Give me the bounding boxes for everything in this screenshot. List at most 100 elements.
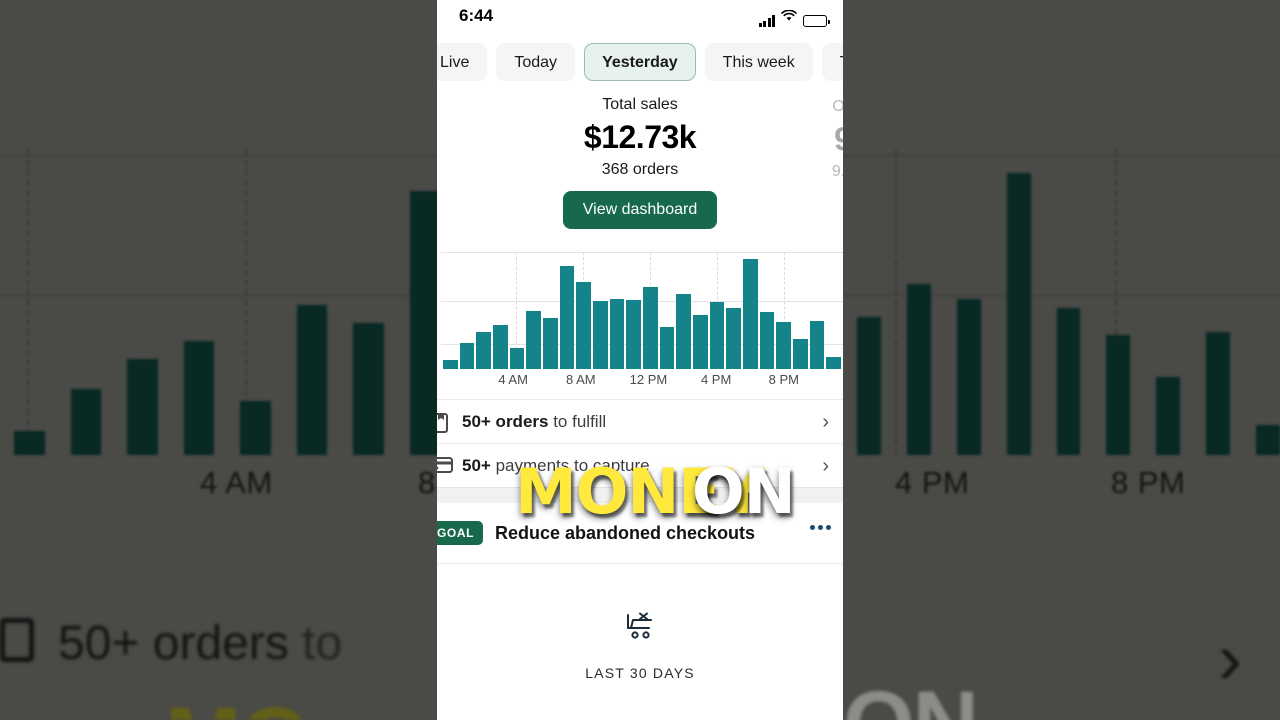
chart-bar: [443, 359, 458, 369]
total-sales-value: $12.73k: [583, 119, 697, 155]
chart-bar: [726, 308, 742, 369]
bg-axis-label-right-2: 8 PM: [1111, 465, 1186, 500]
status-bar-clock: 6:44: [459, 6, 494, 25]
secondary-stat-cutoff: On 9 9.5: [813, 98, 843, 181]
bg-chart-bar: [240, 401, 271, 455]
chart-bars: [441, 252, 843, 369]
bg-chart-bar: [127, 359, 158, 455]
bg-chevron-icon: ›: [1218, 619, 1242, 699]
chart-bar: [776, 322, 792, 369]
battery-icon: [803, 15, 830, 27]
section-divider: [437, 487, 843, 503]
bg-row-bold: 50+ orders: [58, 617, 289, 670]
goal-title: Reduce abandoned checkouts: [495, 522, 756, 543]
bg-chart-bar: [296, 305, 327, 455]
chart-bar: [543, 317, 558, 369]
background-chart-left: 4 AM 8: [0, 150, 440, 515]
task-row[interactable]: 50+ payments to capture ›: [437, 443, 843, 487]
goal-period-label: LAST 30 DAYS: [585, 665, 695, 681]
secondary-stat-label: On: [832, 98, 843, 115]
chart-x-tick-label: 4 AM: [498, 372, 528, 387]
chart-x-tick-label: 8 AM: [565, 372, 596, 387]
chart-bar: [593, 301, 608, 369]
chart-bar: [559, 266, 575, 369]
chart-bar: [493, 324, 508, 369]
status-bar: 6:44: [437, 0, 843, 34]
chart-bar: [759, 311, 775, 369]
bg-order-icon: [0, 618, 34, 662]
chart-x-tick-label: 4 PM: [700, 372, 732, 387]
chart-bar: [626, 299, 642, 369]
chart-bar: [659, 326, 675, 369]
tab-today[interactable]: Today: [496, 43, 576, 81]
bg-chart-bar: [1206, 332, 1231, 455]
bg-axis-label-left-2: 8: [418, 465, 436, 500]
chart-bar: [609, 298, 625, 369]
bg-axis-label-left: 4 AM: [200, 465, 273, 500]
bg-chart-bar: [857, 317, 881, 455]
chevron-right-icon[interactable]: ›: [822, 411, 829, 434]
chart-bar: [793, 338, 808, 369]
tab-this[interactable]: This: [821, 43, 843, 81]
task-list: 50+ orders to fulfill › 50+ payments to ca…: [437, 399, 843, 487]
bg-chart-bar: [353, 323, 384, 455]
hourly-sales-chart[interactable]: 4 AM 8 AM 12 PM 4 PM 8 PM: [437, 244, 843, 399]
chart-bar: [809, 321, 825, 369]
goal-card-header[interactable]: GOAL Reduce abandoned checkouts: [437, 503, 843, 563]
chart-x-tick-label: 8 PM: [768, 372, 799, 387]
chart-x-tick-label: 12 PM: [629, 372, 668, 387]
task-row[interactable]: 50+ orders to fulfill ›: [437, 399, 843, 443]
bg-chart-bar: [409, 191, 440, 455]
order-count: 368 orders: [601, 161, 679, 178]
payment-card-icon: [437, 456, 453, 478]
task-row-count: 50+ orders: [462, 411, 549, 431]
goal-card-body: LAST 30 DAYS: [437, 563, 843, 681]
total-sales-label: Total sales: [602, 96, 678, 113]
bg-caption-fragment-2: ON: [843, 672, 979, 720]
background-chevron-row: › ON: [843, 600, 1280, 720]
tab-this-week[interactable]: This week: [704, 43, 813, 81]
bg-chart-bar: [906, 284, 931, 455]
chart-bar: [576, 282, 592, 369]
background-list-row: 50+ orders to MO: [0, 600, 440, 720]
bg-chart-bar: [1056, 308, 1081, 455]
chart-bar: [676, 294, 692, 369]
more-options-icon[interactable]: [810, 525, 831, 530]
summary-stats: Total sales $12.73k 368 orders View dash…: [437, 90, 843, 240]
bg-chart-bar: [956, 299, 981, 455]
chart-bar: [693, 315, 708, 369]
bg-row-rest: to: [288, 617, 343, 670]
bg-chart-bar: [1106, 335, 1131, 455]
chart-bar: [743, 259, 758, 369]
abandoned-cart-icon: [625, 612, 655, 645]
bg-chart-bar: [70, 389, 101, 455]
chart-bar: [459, 343, 475, 369]
chart-bar: [476, 331, 492, 369]
goal-badge: GOAL: [437, 521, 484, 545]
tab-yesterday[interactable]: Yesterday: [584, 43, 696, 81]
bg-chart-bar: [1006, 173, 1031, 455]
secondary-stat-value: 9: [834, 121, 843, 157]
bg-chart-bar: [183, 341, 214, 455]
chevron-right-icon[interactable]: ›: [822, 455, 829, 478]
bg-chart-bar: [14, 431, 45, 455]
cellular-signal-icon: [758, 15, 775, 27]
background-chart-right: 4 PM 8 PM: [843, 150, 1280, 515]
task-row-label: payments to capture: [490, 455, 650, 475]
task-row-label: to fulfill: [548, 411, 607, 431]
chart-bar: [826, 357, 842, 369]
view-dashboard-button[interactable]: View dashboard: [562, 191, 718, 229]
order-fulfillment-icon: [437, 412, 453, 434]
chart-bar: [509, 347, 525, 369]
bg-chart-bar: [1256, 425, 1280, 455]
phone-screen: 6:44 LiveTodayYesterdayThis week This Tot…: [437, 0, 843, 720]
chart-bar: [526, 310, 542, 369]
bg-caption-fragment: MO: [165, 688, 311, 720]
period-tab-bar[interactable]: LiveTodayYesterdayThis week This: [437, 34, 843, 90]
secondary-stat-sub: 9.5: [831, 163, 843, 180]
wifi-icon: [781, 9, 797, 27]
chart-bar: [709, 302, 725, 369]
tab-live[interactable]: Live: [437, 43, 488, 81]
chart-bar: [643, 287, 658, 369]
bg-chart-bar: [1156, 377, 1181, 455]
